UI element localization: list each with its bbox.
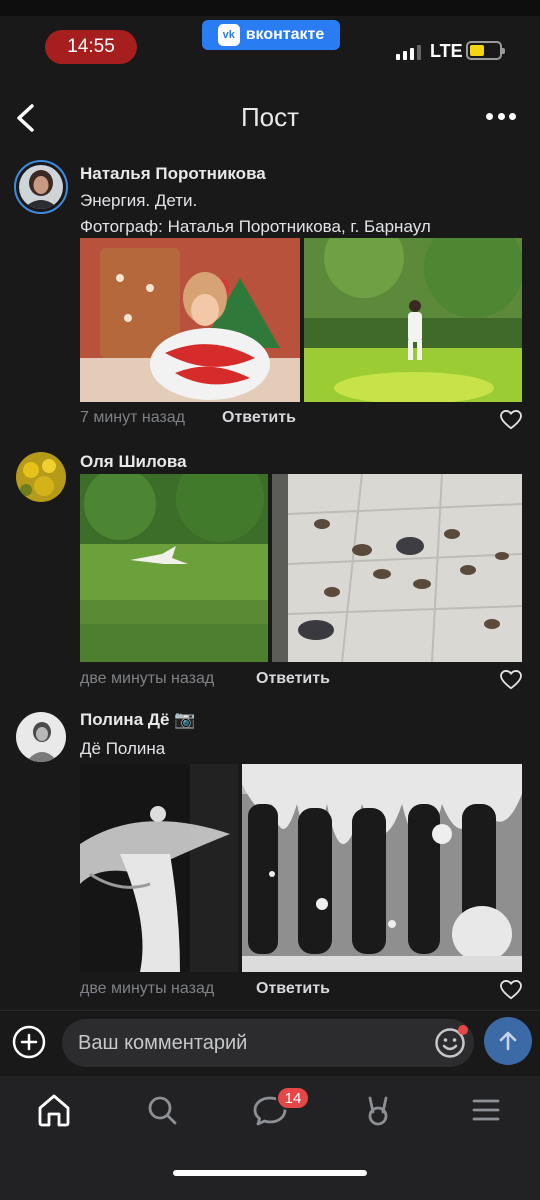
vk-app-badge[interactable]: vk вконтакте — [202, 20, 340, 50]
photo-gallery — [80, 764, 522, 972]
more-dot-icon — [497, 112, 505, 120]
top-edge — [0, 0, 540, 16]
comment-time: две минуты назад — [80, 670, 215, 687]
comment-item: Полина Дё 📷 Дё Полина две минуты назад О… — [0, 706, 540, 1006]
network-label: LTE — [430, 41, 463, 61]
heart-icon[interactable] — [500, 410, 522, 430]
photo-thumbnail[interactable] — [304, 238, 522, 402]
comment-time: две минуты назад — [80, 980, 215, 997]
search-icon — [148, 1096, 177, 1125]
tab-search[interactable] — [142, 1090, 182, 1130]
photo-gallery — [80, 238, 522, 402]
photo-thumbnail[interactable] — [80, 238, 300, 402]
avatar[interactable] — [14, 160, 68, 214]
comment-input-wrapper — [62, 1019, 474, 1067]
avatar[interactable] — [16, 452, 66, 502]
status-time: 14:55 — [45, 30, 137, 64]
photo-gallery — [80, 474, 522, 662]
more-dot-icon — [509, 112, 516, 120]
more-button[interactable] — [486, 110, 516, 122]
hamburger-menu-icon — [472, 1099, 500, 1121]
comment-author[interactable]: Оля Шилова — [80, 452, 187, 472]
reply-button[interactable]: Ответить — [222, 409, 296, 427]
comment-author[interactable]: Полина Дё 📷 — [80, 710, 195, 730]
battery-icon — [466, 41, 505, 60]
status-bar: 14:55 vk вконтакте LTE — [0, 16, 540, 80]
heart-icon[interactable] — [500, 670, 522, 690]
tab-bar: 14 — [0, 1076, 540, 1200]
home-indicator — [173, 1170, 367, 1176]
photo-thumbnail[interactable] — [80, 474, 268, 662]
emoji-button[interactable] — [434, 1025, 468, 1059]
heart-icon[interactable] — [500, 980, 522, 1000]
notification-dot — [458, 1025, 468, 1035]
messages-badge: 14 — [276, 1086, 310, 1110]
arrow-up-icon — [499, 1031, 517, 1051]
more-dot-icon — [486, 112, 493, 120]
comment-item: Наталья Поротникова Энергия. Дети. Фотог… — [0, 158, 540, 438]
attach-button[interactable] — [12, 1025, 46, 1059]
comment-item: Оля Шилова две минуты назад Ответить — [0, 446, 540, 696]
comment-input[interactable] — [78, 1019, 418, 1067]
page-header: Пост — [0, 88, 540, 148]
reply-button[interactable]: Ответить — [256, 670, 330, 688]
comment-author[interactable]: Наталья Поротникова — [80, 164, 266, 184]
tab-home[interactable] — [34, 1090, 74, 1130]
signal-icon — [396, 44, 421, 60]
comment-text: Фотограф: Наталья Поротникова, г. Барнау… — [80, 217, 431, 236]
app-label: вконтакте — [245, 26, 325, 43]
photo-thumbnail[interactable] — [242, 764, 522, 972]
vk-logo-icon: vk — [217, 24, 240, 46]
reply-button[interactable]: Ответить — [256, 980, 330, 998]
send-button[interactable] — [484, 1017, 532, 1065]
tab-menu[interactable] — [466, 1090, 506, 1130]
page-title: Пост — [240, 102, 300, 132]
photo-thumbnail[interactable] — [80, 764, 238, 972]
clips-icon — [368, 1096, 388, 1126]
comment-text: Энергия. Дети. — [80, 191, 198, 210]
comment-composer — [0, 1010, 540, 1076]
comment-text: Дё Полина — [80, 739, 166, 758]
photo-thumbnail[interactable] — [272, 474, 522, 662]
plus-circle-icon — [12, 1025, 46, 1059]
tab-clips[interactable] — [358, 1090, 398, 1130]
comment-time: 7 минут назад — [80, 409, 186, 426]
home-icon — [38, 1094, 70, 1127]
avatar[interactable] — [16, 712, 66, 762]
